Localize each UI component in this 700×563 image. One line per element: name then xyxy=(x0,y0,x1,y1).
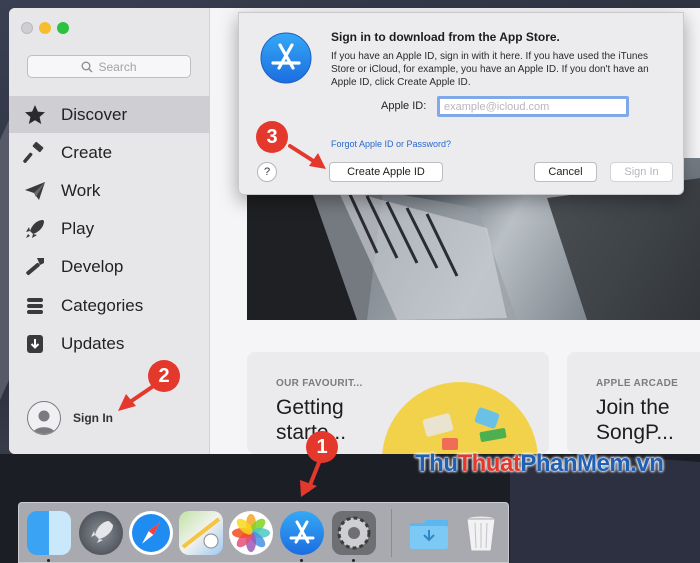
annotation-arrows xyxy=(118,144,326,497)
step-badge-1: 1 xyxy=(306,431,338,463)
arrow-step2 xyxy=(128,383,157,404)
step-badge-3: 3 xyxy=(256,121,288,153)
arrow-step3 xyxy=(288,144,317,164)
step-badge-2: 2 xyxy=(148,360,180,392)
watermark: ThuThuatPhanMem.vn xyxy=(415,450,664,477)
